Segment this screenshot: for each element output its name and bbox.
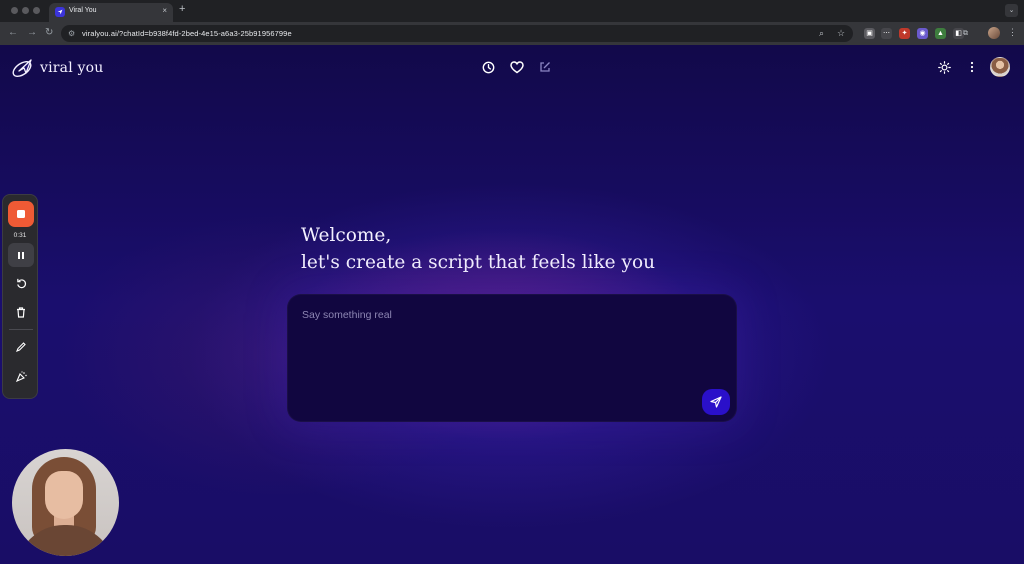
webcam-person-face <box>45 471 83 519</box>
toolbar-divider <box>9 329 33 330</box>
viral-you-favicon-icon <box>55 7 65 17</box>
delete-recording-button[interactable] <box>8 300 34 324</box>
bookmark-star-icon[interactable]: ☆ <box>837 28 845 39</box>
send-icon <box>710 396 722 408</box>
forward-arrow-icon[interactable]: → <box>27 27 37 39</box>
webcam-person-body <box>16 525 115 556</box>
extension-icon-2[interactable]: ⋯ <box>881 28 892 39</box>
brand-name: viral you <box>40 60 104 76</box>
zoom-icon[interactable]: ⌕ <box>819 28 824 39</box>
viral-you-logo-icon <box>12 59 32 77</box>
recording-timer: 0:31 <box>13 232 27 239</box>
pause-icon <box>18 251 24 259</box>
browser-menu-icon[interactable]: ⋮ <box>1008 27 1017 38</box>
extension-icon-5[interactable]: ▲ <box>935 28 946 39</box>
browser-toolbar: ← → ↻ ⚙ viralyou.ai/?chatId=b938f4fd-2be… <box>0 22 1024 45</box>
address-bar[interactable]: ⚙ viralyou.ai/?chatId=b938f4fd-2bed-4e15… <box>61 25 853 42</box>
send-button[interactable] <box>702 389 730 415</box>
restart-icon <box>16 278 26 288</box>
window-minimize-control[interactable] <box>22 7 29 14</box>
edit-icon[interactable] <box>537 59 553 75</box>
tab-search-chevron-icon[interactable]: ⌄ <box>1005 4 1018 17</box>
reload-icon[interactable]: ↻ <box>45 27 53 39</box>
stop-recording-button[interactable] <box>8 201 34 227</box>
welcome-line-1: Welcome, <box>301 225 392 246</box>
back-arrow-icon[interactable]: ← <box>8 27 18 39</box>
more-vertical-icon[interactable] <box>964 59 980 75</box>
extensions-puzzle-icon[interactable]: ⧉ <box>960 28 971 39</box>
confetti-icon <box>15 370 27 382</box>
browser-window: Viral You × + ⌄ ← → ↻ ⚙ viralyou.ai/?cha… <box>0 0 1024 564</box>
browser-profile-avatar[interactable] <box>988 27 1000 39</box>
trash-icon <box>17 306 25 318</box>
extension-icon-4[interactable]: ◉ <box>917 28 928 39</box>
draw-tool-button[interactable] <box>8 335 34 359</box>
address-url[interactable]: viralyou.ai/?chatId=b938f4fd-2bed-4e15-a… <box>82 29 292 38</box>
tab-title: Viral You <box>69 7 97 14</box>
restart-recording-button[interactable] <box>8 271 34 295</box>
composer <box>287 294 737 422</box>
browser-tab[interactable]: Viral You × <box>49 3 173 22</box>
brand[interactable]: viral you <box>11 57 104 79</box>
extension-icon-1[interactable]: ▣ <box>864 28 875 39</box>
pause-recording-button[interactable] <box>8 243 34 267</box>
window-close-control[interactable] <box>11 7 18 14</box>
stop-icon <box>17 210 25 218</box>
page-viewport: viral you Welcome, let's create a script… <box>0 45 1024 564</box>
prompt-input[interactable] <box>302 309 702 389</box>
heart-icon[interactable] <box>509 59 525 75</box>
new-tab-button[interactable]: + <box>179 4 185 15</box>
pencil-icon <box>16 342 26 352</box>
tab-close-icon[interactable]: × <box>162 6 167 15</box>
welcome-heading: Welcome, let's create a script that feel… <box>301 222 655 276</box>
sun-icon[interactable] <box>936 59 952 75</box>
user-avatar[interactable] <box>990 57 1010 77</box>
effects-button[interactable] <box>8 364 34 388</box>
extension-icon-3[interactable]: ✦ <box>899 28 910 39</box>
window-maximize-control[interactable] <box>33 7 40 14</box>
tab-strip: Viral You × + ⌄ <box>0 0 1024 22</box>
recording-toolbar: 0:31 <box>2 194 38 399</box>
history-icon[interactable] <box>480 59 496 75</box>
webcam-bubble[interactable] <box>12 449 119 556</box>
welcome-line-2: let's create a script that feels like yo… <box>301 252 655 273</box>
site-settings-icon[interactable]: ⚙ <box>68 29 75 38</box>
